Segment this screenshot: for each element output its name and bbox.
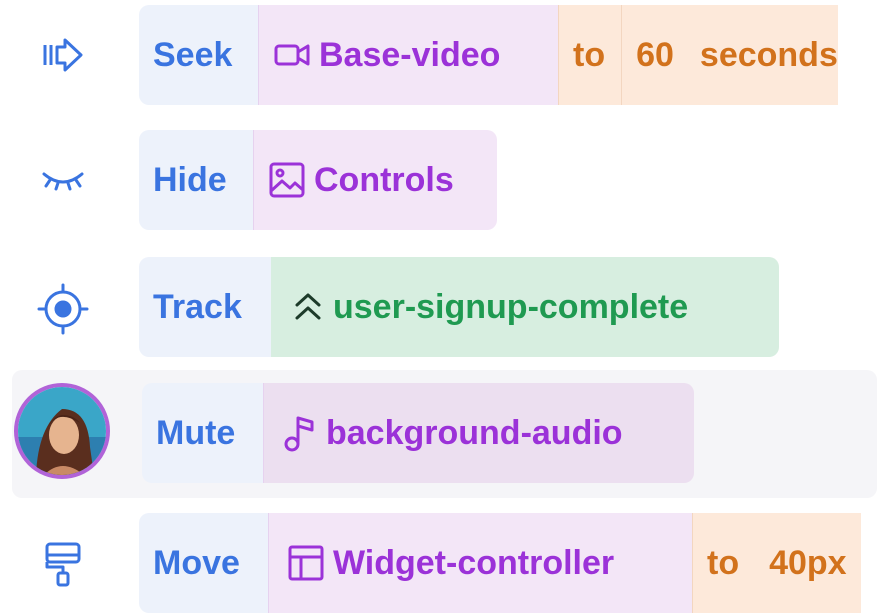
video-icon bbox=[274, 44, 310, 66]
target-segment[interactable]: background-audio bbox=[263, 383, 694, 483]
mute-chip[interactable]: Mute background-audio bbox=[142, 383, 694, 483]
crosshair-icon bbox=[36, 282, 90, 336]
action-row-seek[interactable]: Seek Base-video to 60 seconds bbox=[0, 0, 877, 110]
move-chip[interactable]: Move Widget-controller to 40px bbox=[139, 513, 877, 613]
target-label: user-signup-complete bbox=[333, 287, 689, 326]
value-label: 60 bbox=[636, 35, 674, 74]
music-note-icon bbox=[284, 416, 314, 452]
eye-closed-icon bbox=[38, 160, 88, 200]
verb-label: Move bbox=[139, 513, 268, 613]
target-segment[interactable]: Controls bbox=[253, 130, 497, 230]
paint-roller-icon bbox=[38, 538, 88, 590]
target-label: background-audio bbox=[326, 413, 623, 452]
verb-label: Mute bbox=[142, 383, 263, 483]
unit-label: seconds bbox=[699, 35, 838, 74]
hide-chip[interactable]: Hide Controls bbox=[139, 130, 497, 230]
fast-forward-icon bbox=[38, 30, 88, 80]
action-row-move[interactable]: Move Widget-controller to 40px bbox=[0, 508, 877, 613]
value-label: 40px bbox=[769, 543, 847, 582]
preposition-label: to bbox=[707, 543, 740, 582]
target-label: Controls bbox=[314, 160, 454, 199]
target-segment[interactable]: user-signup-complete bbox=[271, 257, 779, 357]
target-label: Base-video bbox=[319, 35, 501, 74]
action-row-track[interactable]: Track user-signup-complete bbox=[0, 252, 877, 362]
chevrons-up-icon bbox=[295, 293, 321, 320]
action-row-mute[interactable]: Mute background-audio bbox=[12, 370, 877, 498]
target-segment[interactable]: Widget-controller bbox=[268, 513, 692, 613]
image-icon bbox=[269, 162, 305, 198]
seek-chip[interactable]: Seek Base-video to 60 seconds bbox=[139, 5, 877, 105]
avatar[interactable] bbox=[14, 383, 110, 479]
preposition-label: to bbox=[573, 35, 606, 74]
layout-icon bbox=[288, 545, 324, 581]
target-label: Widget-controller bbox=[333, 543, 615, 582]
action-row-hide[interactable]: Hide Controls bbox=[0, 125, 877, 235]
value-segment[interactable]: to 40px bbox=[692, 513, 861, 613]
value-segment[interactable]: to 60 seconds bbox=[558, 5, 838, 105]
target-segment[interactable]: Base-video bbox=[258, 5, 558, 105]
verb-label: Hide bbox=[139, 130, 253, 230]
verb-label: Seek bbox=[139, 5, 258, 105]
verb-label: Track bbox=[139, 257, 271, 357]
track-chip[interactable]: Track user-signup-complete bbox=[139, 257, 779, 357]
